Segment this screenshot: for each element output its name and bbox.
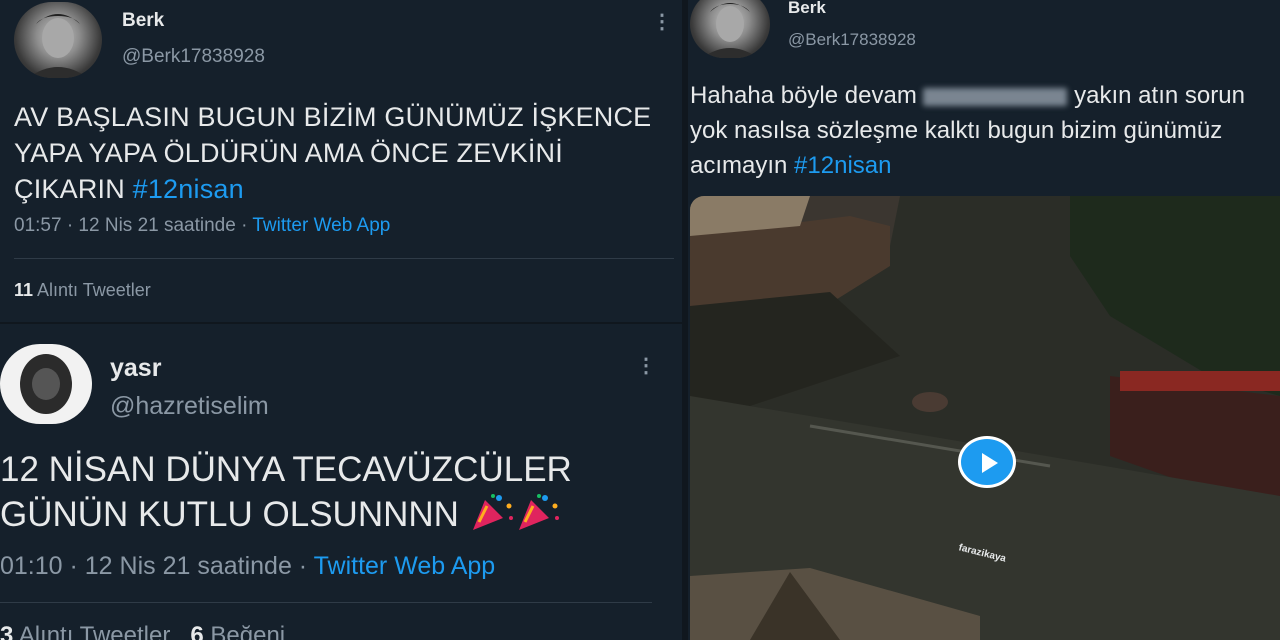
hashtag-link[interactable]: #12nisan <box>794 152 891 179</box>
author-handle[interactable]: @Berk17838928 <box>788 30 916 50</box>
party-popper-icon <box>518 494 559 530</box>
censored-name <box>923 87 1068 106</box>
avatar[interactable] <box>0 344 92 424</box>
person-photo-icon <box>20 354 72 414</box>
tweet-body-line-2: GÜNÜN KUTLU OLSUNNNN <box>0 492 680 537</box>
likes-stat[interactable]: 6 Beğeni <box>190 622 285 640</box>
tweet-body: AV BAŞLASIN BUGUN BİZİM GÜNÜMÜZ İŞKENCE … <box>14 102 652 204</box>
tweet-timestamp[interactable]: 01:10 · 12 Nis 21 saatinde · <box>0 552 314 580</box>
like-count: 6 <box>190 622 204 640</box>
engagement-stats: 3 Alıntı Tweetler 6 Beğeni <box>0 622 285 640</box>
more-vertical-icon[interactable]: ⋮ <box>636 356 656 376</box>
tweet-text: AV BAŞLASIN BUGUN BİZİM GÜNÜMÜZ İŞKENCE … <box>14 100 654 208</box>
person-photo-icon <box>702 3 758 58</box>
quote-label: Alıntı Tweetler <box>33 280 151 300</box>
author-name[interactable]: Berk <box>788 0 826 18</box>
video-player[interactable] <box>690 196 1280 640</box>
play-icon[interactable] <box>958 436 1016 488</box>
avatar[interactable] <box>14 2 102 78</box>
tweet-body-line-2-text: GÜNÜN KUTLU OLSUNNNN <box>0 495 469 534</box>
tweet-text: 12 NİSAN DÜNYA TECAVÜZCÜLER GÜNÜN KUTLU … <box>0 448 680 537</box>
party-popper-icon <box>472 494 513 530</box>
tweet-berk-1: Berk @Berk17838928 ⋮ AV BAŞLASIN BUGUN B… <box>0 0 682 322</box>
tweet-meta: 01:10 · 12 Nis 21 saatinde · Twitter Web… <box>0 552 495 581</box>
quote-count: 3 <box>0 622 14 640</box>
tweet-timestamp[interactable]: 01:57 · 12 Nis 21 saatinde · <box>14 215 252 236</box>
hashtag-link[interactable]: #12nisan <box>133 174 244 204</box>
tweet-text: Hahaha böyle devam yakın atın sorun yok … <box>690 78 1270 183</box>
more-vertical-icon[interactable]: ⋮ <box>652 12 672 32</box>
tweet-meta: 01:57 · 12 Nis 21 saatinde · Twitter Web… <box>14 215 390 237</box>
tweet-yasr: yasr @hazretiselim ⋮ 12 NİSAN DÜNYA TECA… <box>0 322 682 640</box>
person-photo-icon <box>28 14 88 78</box>
source-app-link[interactable]: Twitter Web App <box>314 552 496 580</box>
tweet-body-line-1: 12 NİSAN DÜNYA TECAVÜZCÜLER <box>0 450 572 489</box>
avatar[interactable] <box>690 0 770 58</box>
author-name[interactable]: Berk <box>122 10 164 32</box>
like-label: Beğeni <box>203 622 286 640</box>
divider <box>0 602 652 603</box>
divider <box>14 258 674 259</box>
source-app-link[interactable]: Twitter Web App <box>252 215 390 236</box>
tweet-body-part-1: Hahaha böyle devam <box>690 82 924 109</box>
author-handle[interactable]: @Berk17838928 <box>122 46 265 68</box>
quote-count: 11 <box>14 280 34 300</box>
quote-tweets-stat[interactable]: 11 Alıntı Tweetler <box>14 280 151 301</box>
quote-label: Alıntı Tweetler <box>13 622 171 640</box>
author-name[interactable]: yasr <box>110 354 161 383</box>
author-handle[interactable]: @hazretiselim <box>110 392 269 421</box>
video-frame <box>690 196 1280 640</box>
quote-tweets-stat[interactable]: 3 Alıntı Tweetler <box>0 622 170 640</box>
